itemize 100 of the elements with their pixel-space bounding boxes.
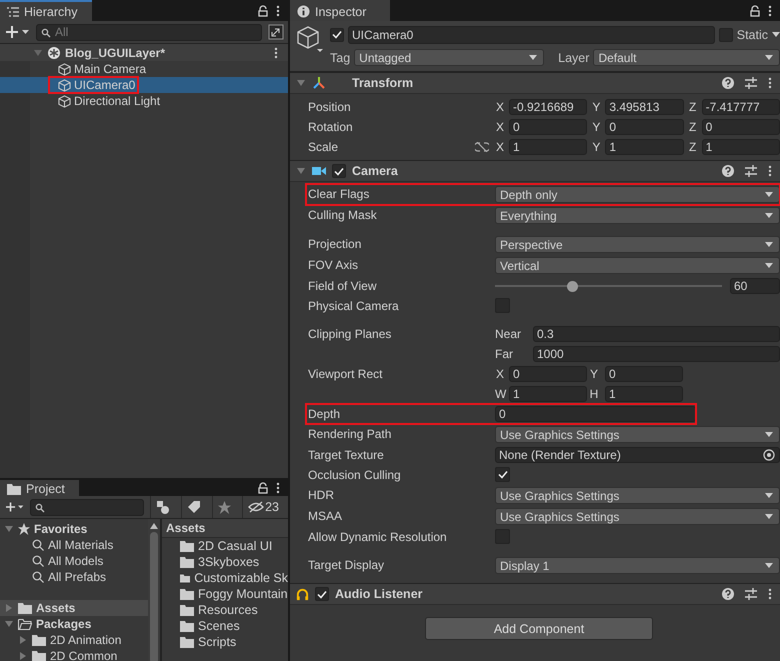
checkmark-icon <box>498 470 508 479</box>
add-icon[interactable] <box>6 26 30 38</box>
dropdown[interactable]: Use Graphics Settings <box>495 508 780 525</box>
help-icon[interactable] <box>722 588 734 600</box>
object-field[interactable]: None (Render Texture) <box>495 447 780 463</box>
folder-item[interactable]: 2D Common <box>0 648 148 661</box>
asset-folder-item[interactable]: 2D Casual UI <box>162 538 288 554</box>
value-field[interactable]: 0.3 <box>533 326 780 342</box>
axis-label: Y <box>591 120 602 134</box>
value-field[interactable]: 1 <box>605 386 683 402</box>
menu-icon[interactable] <box>274 46 278 58</box>
menu-icon[interactable] <box>768 4 772 16</box>
value-field[interactable]: 0 <box>509 119 588 135</box>
value-field[interactable]: 0 <box>605 119 684 135</box>
component-header[interactable]: Camera <box>290 160 780 182</box>
cube-icon[interactable] <box>296 25 324 53</box>
hierarchy-item[interactable]: Directional Light <box>0 93 288 109</box>
search-field[interactable] <box>30 498 144 516</box>
menu-icon[interactable] <box>276 4 280 16</box>
dropdown[interactable]: Perspective <box>495 236 780 253</box>
favorites-label[interactable]: Favorites <box>34 522 88 536</box>
menu-icon[interactable] <box>276 482 280 494</box>
favorite-item[interactable]: All Prefabs <box>0 569 148 585</box>
dropdown[interactable]: Use Graphics Settings <box>495 487 780 504</box>
menu-icon[interactable] <box>768 588 772 600</box>
value-field[interactable]: 60 <box>730 278 780 294</box>
asset-folder-item[interactable]: Resources <box>162 602 288 618</box>
asset-folder-item[interactable]: Scripts <box>162 634 288 650</box>
foldout-icon[interactable] <box>18 635 28 645</box>
caret-icon[interactable] <box>772 32 780 37</box>
value-field[interactable]: 0 <box>702 119 780 135</box>
hidden-packages-button[interactable]: 23 <box>242 496 284 518</box>
hierarchy-tab[interactable]: Hierarchy <box>0 0 92 21</box>
menu-icon[interactable] <box>768 165 772 177</box>
favorite-item[interactable]: All Materials <box>0 537 148 553</box>
property-label: Position <box>308 100 351 114</box>
help-icon[interactable] <box>722 77 734 89</box>
search-field[interactable]: All <box>36 24 262 40</box>
hierarchy-item[interactable]: UICamera0 <box>0 77 288 93</box>
dropdown[interactable]: Use Graphics Settings <box>495 426 780 443</box>
object-name-field[interactable]: UICamera0 <box>348 26 715 44</box>
scene-search-icon[interactable] <box>268 24 284 40</box>
help-icon[interactable] <box>722 165 734 177</box>
asset-folder-item[interactable]: Scenes <box>162 618 288 634</box>
value-field[interactable]: 3.495813 <box>605 99 684 115</box>
enabled-checkbox[interactable] <box>315 587 329 601</box>
foldout-icon[interactable] <box>296 78 306 88</box>
menu-icon[interactable] <box>768 77 772 89</box>
value-field[interactable]: -7.417777 <box>702 99 780 115</box>
add-icon[interactable] <box>6 501 24 513</box>
lock-icon[interactable] <box>258 4 268 16</box>
foldout-icon[interactable] <box>4 619 14 629</box>
component-header[interactable]: Transform <box>290 72 780 94</box>
enabled-checkbox[interactable] <box>332 164 346 178</box>
value-field[interactable]: 1 <box>702 139 780 155</box>
dropdown[interactable]: Everything <box>495 207 780 224</box>
lock-icon[interactable] <box>750 4 760 16</box>
add-component-button[interactable]: Add Component <box>425 617 653 640</box>
dropdown[interactable]: Vertical <box>495 257 780 274</box>
active-checkbox[interactable] <box>330 28 344 42</box>
foldout-icon[interactable] <box>4 524 14 534</box>
value-field[interactable]: 1 <box>509 386 587 402</box>
asset-folder-item[interactable]: Customizable Sk <box>162 570 288 586</box>
asset-folder-item[interactable]: Foggy Mountain <box>162 586 288 602</box>
folder-item[interactable]: Packages <box>0 616 148 632</box>
field-label: Near <box>495 327 522 341</box>
layer-dropdown[interactable]: Default <box>593 49 780 66</box>
foldout-icon[interactable] <box>296 166 306 176</box>
component-header[interactable]: Audio Listener <box>290 583 780 605</box>
value-field[interactable]: 0 <box>509 366 587 382</box>
static-checkbox[interactable] <box>718 28 733 42</box>
value-field[interactable]: 1000 <box>533 346 780 362</box>
value-field[interactable]: 0 <box>495 406 696 422</box>
dropdown[interactable]: Depth only <box>495 186 780 203</box>
asset-folder-item[interactable]: 3Skyboxes <box>162 554 288 570</box>
hierarchy-item[interactable]: Main Camera <box>0 61 288 77</box>
folder-item[interactable]: Assets <box>0 600 148 616</box>
value-field[interactable]: 1 <box>509 139 588 155</box>
value-field[interactable]: 0 <box>605 366 683 382</box>
dropdown[interactable]: Display 1 <box>495 557 780 574</box>
tag-dropdown[interactable]: Untagged <box>354 49 544 66</box>
favorite-item[interactable]: All Models <box>0 553 148 569</box>
target-picker-icon[interactable] <box>763 449 775 461</box>
project-tab[interactable]: Project <box>0 480 79 496</box>
checkbox[interactable] <box>495 467 510 482</box>
folder-icon <box>180 588 194 600</box>
value-field[interactable]: -0.9216689 <box>509 99 588 115</box>
value-field[interactable]: 1 <box>605 139 684 155</box>
settings-sliders-icon[interactable] <box>745 588 757 600</box>
folder-icon <box>180 572 190 584</box>
lock-icon[interactable] <box>258 482 268 494</box>
settings-sliders-icon[interactable] <box>745 77 757 89</box>
folder-icon <box>180 540 194 552</box>
inspector-tab[interactable]: Inspector <box>290 0 390 21</box>
folder-item[interactable]: 2D Animation <box>0 632 148 648</box>
unlinked-chain-icon[interactable] <box>475 142 489 152</box>
checkmark-icon <box>334 166 344 176</box>
scroll-up-icon[interactable] <box>150 523 158 529</box>
foldout-icon[interactable] <box>18 651 28 661</box>
settings-sliders-icon[interactable] <box>745 165 757 177</box>
